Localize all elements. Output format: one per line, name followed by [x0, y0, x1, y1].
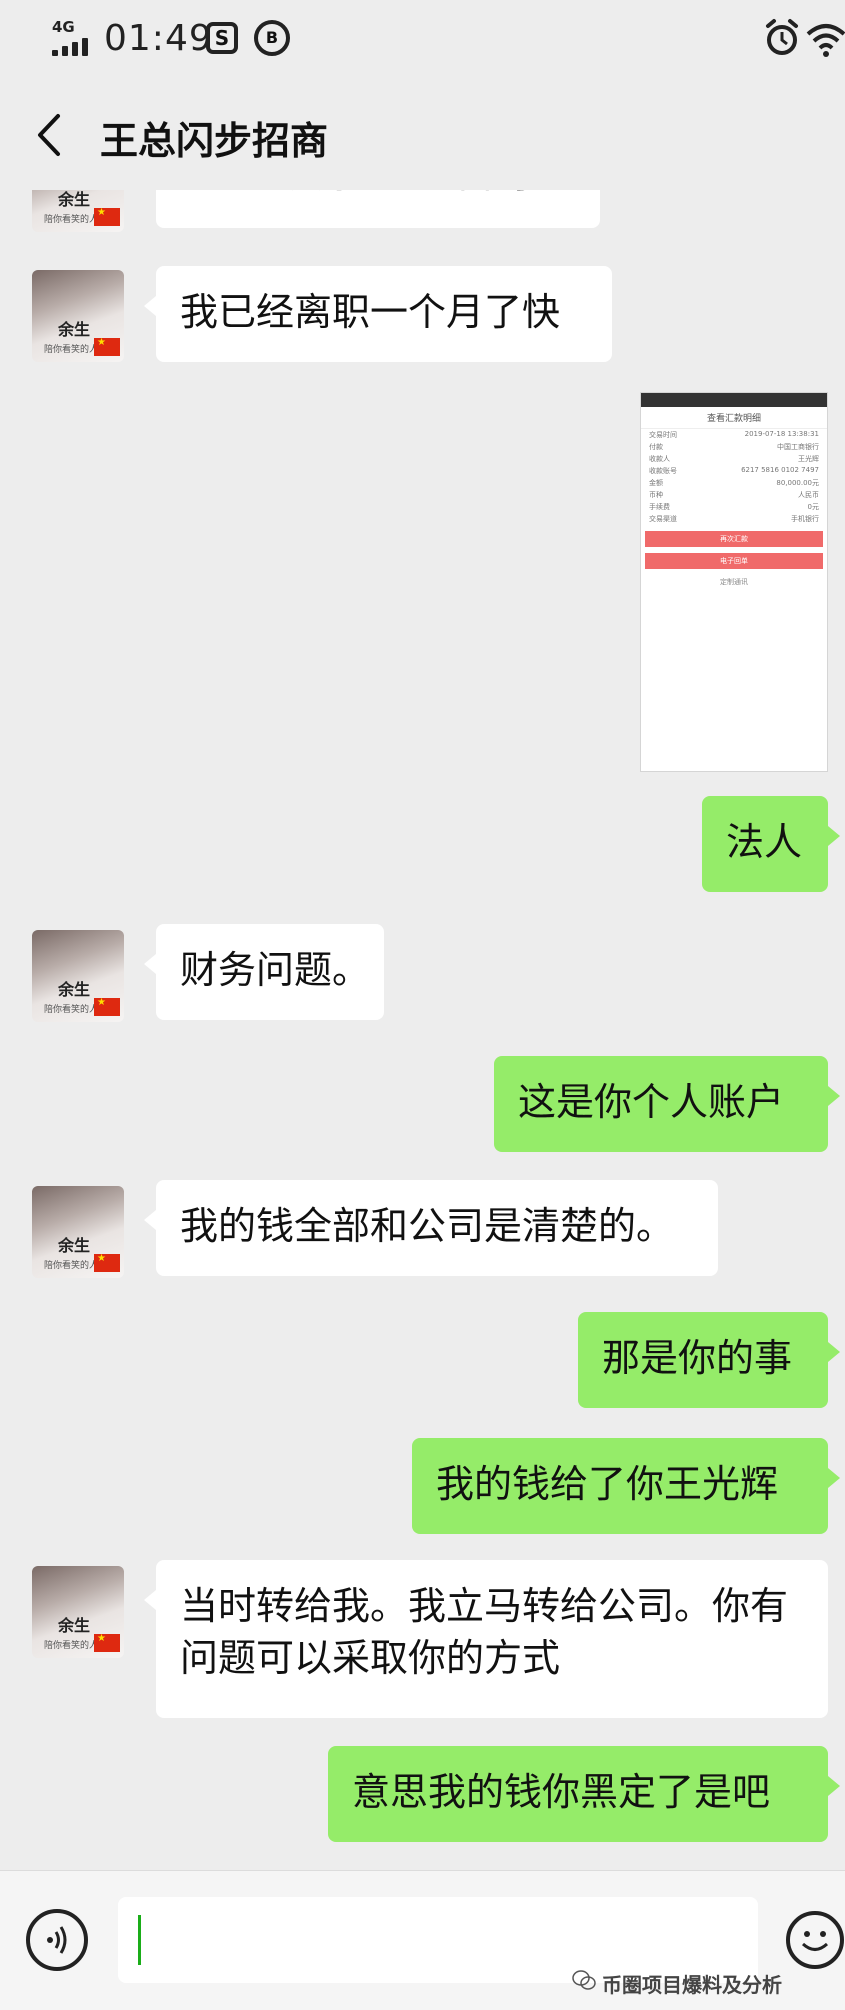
signal-icon: [52, 36, 92, 56]
nav-bar: 王总闪步招商: [0, 80, 845, 190]
message-bubble-outgoing[interactable]: 法人: [702, 796, 840, 892]
chat-title: 王总闪步招商: [100, 119, 329, 163]
avatar[interactable]: 余生 陪你看笑的人: [32, 930, 124, 1022]
network-type: 4G: [52, 18, 75, 36]
text-cursor: [138, 1915, 141, 1965]
flag-icon: [94, 997, 120, 1016]
wechat-icon: [572, 1970, 596, 1990]
avatar[interactable]: 余生 陪你看笑的人: [32, 1566, 124, 1658]
avatar-name: 余生: [58, 190, 91, 209]
message-bubble-incoming[interactable]: 当时转给我。我立马转给公司。你有问题可以采取你的方式: [144, 1560, 828, 1718]
avatar-name: 余生: [58, 320, 91, 339]
chat-area[interactable]: 余生 陪你看笑的人 4.0系统好像也出来了 余生 陪你看笑的人 我已经离职一个月…: [0, 190, 845, 1870]
message-bubble-incoming[interactable]: 我的钱全部和公司是清楚的。: [144, 1180, 718, 1276]
message-bubble-incoming[interactable]: 我已经离职一个月了快: [144, 266, 612, 362]
status-time: 01:49: [104, 18, 213, 59]
avatar-name: 余生: [58, 1236, 91, 1255]
avatar-name: 余生: [58, 980, 91, 999]
avatar-name: 余生: [58, 1616, 91, 1635]
avatar[interactable]: 余生 陪你看笑的人: [32, 1186, 124, 1278]
avatar-subtitle: 陪你看笑的人: [44, 345, 99, 355]
avatar-subtitle: 陪你看笑的人: [44, 1261, 99, 1271]
voice-button[interactable]: [26, 1909, 88, 1971]
image-message[interactable]: 查看汇款明细 交易时间 2019-07-18 13:38:31 付款 中国工商银行 …: [640, 392, 828, 772]
image-link: 定制通讯: [720, 578, 748, 586]
flag-icon: [94, 207, 120, 226]
message-bubble-outgoing[interactable]: 那是你的事: [578, 1312, 840, 1408]
emoji-button[interactable]: [786, 1911, 844, 1969]
alarm-icon: [766, 19, 798, 55]
avatar-subtitle: 陪你看笑的人: [44, 1641, 99, 1651]
flag-icon: [94, 1633, 120, 1652]
input-bar: 币圈项目爆料及分析: [0, 1870, 845, 2010]
wifi-icon: [806, 24, 845, 57]
b-icon: B: [254, 20, 290, 56]
image-button-2: 电子回单: [645, 553, 823, 569]
status-bar: 4G 01:49 S B: [0, 0, 845, 80]
s-icon: S: [206, 22, 238, 54]
watermark: 币圈项目爆料及分析: [602, 1973, 782, 1997]
avatar[interactable]: 余生 陪你看笑的人: [32, 190, 124, 232]
message-bubble-incoming[interactable]: 4.0系统好像也出来了: [156, 190, 600, 228]
emoji-icon: [801, 1931, 829, 1951]
message-bubble-outgoing[interactable]: 我的钱给了你王光辉: [412, 1438, 840, 1534]
avatar[interactable]: 余生 陪你看笑的人: [32, 270, 124, 362]
image-status-strip: [641, 393, 827, 407]
message-bubble-outgoing[interactable]: 这是你个人账户: [494, 1056, 840, 1152]
back-icon[interactable]: [30, 110, 70, 160]
image-title: 查看汇款明细: [641, 407, 827, 429]
flag-icon: [94, 337, 120, 356]
message-bubble-outgoing[interactable]: 意思我的钱你黑定了是吧: [328, 1746, 840, 1842]
avatar-subtitle: 陪你看笑的人: [44, 1005, 99, 1015]
image-button-1: 再次汇款: [645, 531, 823, 547]
message-bubble-incoming[interactable]: 财务问题。: [144, 924, 384, 1020]
avatar-subtitle: 陪你看笑的人: [44, 215, 99, 225]
flag-icon: [94, 1253, 120, 1272]
voice-icon: [47, 1926, 67, 1954]
